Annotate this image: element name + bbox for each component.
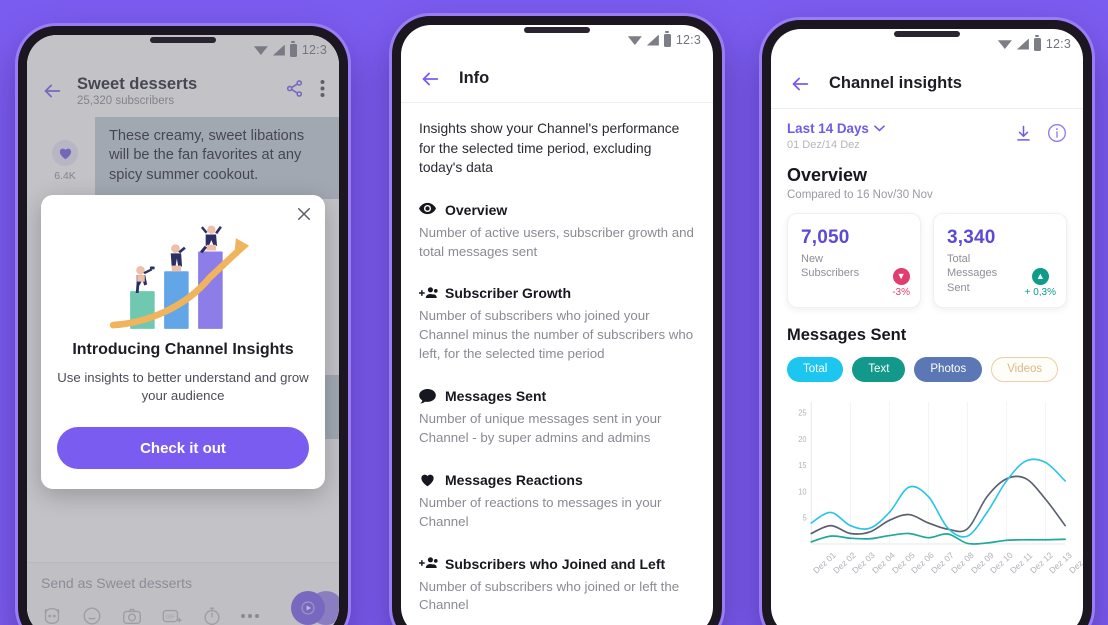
section-desc: Number of subscribers who joined or left… <box>419 578 680 613</box>
eye-icon <box>419 202 436 217</box>
chip-videos[interactable]: Videos <box>991 356 1059 382</box>
back-arrow-icon[interactable] <box>419 68 441 90</box>
overview-compare-label: Compared to 16 Nov/30 Nov <box>787 189 933 201</box>
section-header: Subscriber Growth <box>419 285 695 301</box>
heart-icon <box>419 472 436 487</box>
back-arrow-icon[interactable] <box>789 73 811 95</box>
chip-photos[interactable]: Photos <box>914 356 983 382</box>
battery-icon <box>663 31 671 47</box>
info-section-joined-left: Subscribers who Joined and Left Number o… <box>419 556 695 616</box>
date-range-value: 01 Dez/14 Dez <box>787 139 860 151</box>
dialog-title: Introducing Channel Insights <box>72 341 294 358</box>
section-desc: Number of subscribers who joined your Ch… <box>419 308 694 362</box>
chevron-down-icon <box>874 125 885 132</box>
section-title: Overview <box>445 201 508 218</box>
arrow-down-icon: ▼ <box>892 267 910 285</box>
phone-2-screen: 12:3 Info Insights show your Channel's p… <box>401 25 713 625</box>
section-header: Messages Sent <box>419 388 695 404</box>
wifi-icon <box>627 36 642 45</box>
messages-sent-title: Messages Sent <box>787 325 907 344</box>
date-range-selector[interactable]: Last 14 Days <box>787 121 885 136</box>
info-section-messages-reactions: Messages Reactions Number of reactions t… <box>419 472 695 532</box>
growth-chart-illustration <box>109 225 250 329</box>
info-section-messages-sent: Messages Sent Number of unique messages … <box>419 388 695 448</box>
info-section-subscriber-growth: Subscriber Growth Number of subscribers … <box>419 285 695 364</box>
section-desc: Number of reactions to messages in your … <box>419 494 662 529</box>
phone-2-info: 12:3 Info Insights show your Channel's p… <box>392 16 722 625</box>
section-title: Messages Reactions <box>445 471 583 488</box>
clock-label: 12:3 <box>1045 37 1071 51</box>
series-filter-chips: Total Text Photos Videos <box>787 356 1067 382</box>
section-title: Subscribers who Joined and Left <box>445 555 666 572</box>
svg-text:15: 15 <box>798 461 806 470</box>
svg-text:10: 10 <box>798 487 806 496</box>
notch <box>150 37 216 43</box>
insights-content: Last 14 Days 01 Dez/14 Dez Overview Comp… <box>771 109 1083 600</box>
svg-text:5: 5 <box>802 513 806 522</box>
notch <box>894 31 960 37</box>
insights-actions <box>1014 121 1067 148</box>
section-desc: Number of unique messages sent in your C… <box>419 411 662 445</box>
phone-1-chat: 12:3 Sweet desserts 25,320 subscribers 6… <box>18 26 348 625</box>
date-range-label: Last 14 Days <box>787 121 869 136</box>
phone-3-screen: 12:3 Channel insights Last 14 Days 01 De… <box>771 29 1083 625</box>
info-intro-text: Insights show your Channel's performance… <box>419 121 680 176</box>
add-people-icon <box>419 286 438 301</box>
chart-canvas: 5 10 15 20 25 <box>798 401 1066 545</box>
delta-value: -3% <box>892 286 910 298</box>
insights-header: Channel insights <box>771 59 1083 109</box>
stat-label: New Subscribers <box>801 253 860 280</box>
section-header: Messages Reactions <box>419 472 695 488</box>
chip-total[interactable]: Total <box>787 356 844 382</box>
info-content: Insights show your Channel's performance… <box>401 103 713 625</box>
section-header: Overview <box>419 202 695 218</box>
stat-label: Total Messages Sent <box>947 253 998 294</box>
stat-delta: ▲ + 0,3% <box>1024 267 1056 298</box>
stat-card-new-subscribers[interactable]: 7,050 New Subscribers ▼ -3% <box>787 213 921 308</box>
svg-text:20: 20 <box>798 434 806 443</box>
info-section-overview: Overview Number of active users, subscri… <box>419 202 695 262</box>
phone-3-insights: 12:3 Channel insights Last 14 Days 01 De… <box>762 20 1092 625</box>
range-row: Last 14 Days 01 Dez/14 Dez <box>787 121 1067 151</box>
stat-value: 7,050 <box>801 227 850 248</box>
battery-icon <box>1033 35 1041 51</box>
phone-1-screen: 12:3 Sweet desserts 25,320 subscribers 6… <box>27 35 339 625</box>
add-people-icon <box>419 556 438 571</box>
arrow-up-icon: ▲ <box>1031 267 1049 285</box>
page-title: Info <box>459 69 490 87</box>
chart-x-axis-labels: Dez 01 Dez 02 Dez 03 Dez 04 Dez 05 Dez 06 Dez … <box>811 550 1083 600</box>
page-title: Channel insights <box>829 74 962 92</box>
info-icon[interactable] <box>1047 123 1067 148</box>
clock-label: 12:3 <box>675 33 701 47</box>
chip-text[interactable]: Text <box>852 356 906 382</box>
check-it-out-button[interactable]: Check it out <box>57 427 309 470</box>
section-header: Subscribers who Joined and Left <box>419 556 695 572</box>
messages-sent-chart: 5 10 15 20 25 Dez 01 Dez 02 Dez 03 Dez 04 Dez 05… <box>787 396 1083 600</box>
chat-bubble-icon <box>419 388 436 404</box>
info-header: Info <box>401 55 713 103</box>
range-block: Last 14 Days 01 Dez/14 Dez <box>787 121 885 151</box>
section-title: Messages Sent <box>445 388 547 405</box>
section-title: Subscriber Growth <box>445 285 572 302</box>
dialog-body: Use insights to better understand and gr… <box>57 370 309 404</box>
overview-cards: 7,050 New Subscribers ▼ -3% 3,340 Total … <box>787 213 1067 308</box>
delta-value: + 0,3% <box>1024 286 1056 298</box>
close-icon[interactable] <box>295 205 313 223</box>
signal-icon <box>646 34 659 46</box>
wifi-icon <box>997 40 1012 49</box>
svg-text:25: 25 <box>798 408 806 417</box>
signal-icon <box>1016 38 1029 50</box>
screenshot-stage: 12:3 Sweet desserts 25,320 subscribers 6… <box>0 0 1108 625</box>
notch <box>524 27 590 33</box>
download-icon[interactable] <box>1014 124 1033 148</box>
stat-value: 3,340 <box>947 227 996 248</box>
stat-delta: ▼ -3% <box>892 267 910 298</box>
section-desc: Number of active users, subscriber growt… <box>419 224 694 259</box>
channel-insights-dialog: Introducing Channel Insights Use insight… <box>41 195 325 490</box>
stat-card-total-messages-sent[interactable]: 3,340 Total Messages Sent ▲ + 0,3% <box>933 213 1067 308</box>
overview-title: Overview <box>787 165 868 185</box>
